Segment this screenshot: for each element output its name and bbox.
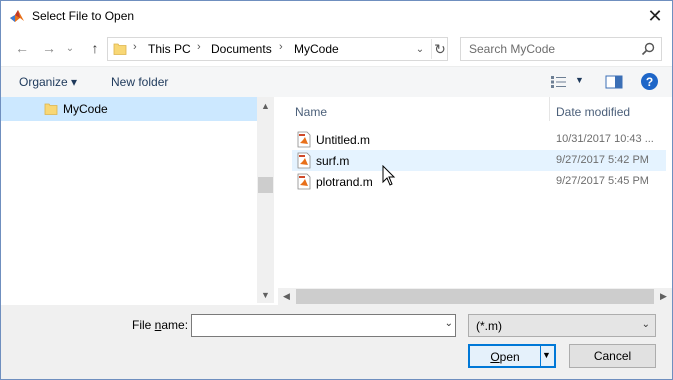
breadcrumb-separator: › xyxy=(197,41,201,53)
close-button[interactable]: ✕ xyxy=(638,1,672,31)
scrollbar-thumb[interactable] xyxy=(296,289,654,304)
up-button[interactable]: ↑ xyxy=(85,38,105,58)
split-divider xyxy=(540,346,541,366)
title-bar: Select File to Open ✕ xyxy=(1,1,672,32)
file-date: 9/27/2017 5:42 PM xyxy=(556,154,649,166)
open-button[interactable]: Open ▼ xyxy=(468,344,556,368)
search-placeholder: Search MyCode xyxy=(469,42,556,56)
breadcrumb-separator: › xyxy=(279,41,283,53)
file-date: 10/31/2017 10:43 ... xyxy=(556,133,654,145)
recent-locations-button[interactable]: ⌄ xyxy=(63,38,77,58)
file-row[interactable]: Untitled.m 10/31/2017 10:43 ... xyxy=(292,129,666,150)
file-name-label-part: File xyxy=(132,318,155,332)
column-divider[interactable] xyxy=(549,97,550,121)
folder-icon xyxy=(113,43,127,55)
file-type-filter-select[interactable]: (*.m) ⌄ xyxy=(468,314,656,337)
column-header-name[interactable]: Name xyxy=(295,105,327,119)
file-type-filter-value: (*.m) xyxy=(476,319,502,333)
arrow-left-icon: ← xyxy=(15,40,29,56)
chevron-down-icon[interactable]: ⌄ xyxy=(445,318,453,329)
view-options-icon[interactable] xyxy=(550,75,568,89)
close-icon: ✕ xyxy=(647,5,663,26)
open-accesskey: O xyxy=(490,350,500,364)
mouse-cursor-icon xyxy=(382,165,396,186)
command-toolbar: Organize ▾ New folder ▼ ? xyxy=(1,66,672,97)
chevron-down-icon: ⌄ xyxy=(415,43,425,55)
file-row[interactable]: surf.m 9/27/2017 5:42 PM xyxy=(292,150,666,171)
file-name: Untitled.m xyxy=(316,133,371,147)
file-name-input[interactable]: ⌄ xyxy=(191,314,456,337)
arrow-right-icon: → xyxy=(42,40,56,56)
scroll-left-icon[interactable]: ◀ xyxy=(278,288,295,305)
open-label-part: pen xyxy=(499,350,520,364)
breadcrumb-separator: › xyxy=(133,41,137,53)
open-dropdown-icon[interactable]: ▼ xyxy=(542,350,551,360)
refresh-button[interactable]: ↻ xyxy=(431,39,448,59)
help-glyph: ? xyxy=(645,74,654,89)
refresh-icon: ↻ xyxy=(434,40,446,57)
matlab-icon xyxy=(10,10,24,22)
scroll-up-icon[interactable]: ▲ xyxy=(257,97,274,114)
new-folder-button[interactable]: New folder xyxy=(111,75,168,89)
scrollbar-thumb[interactable] xyxy=(258,177,273,193)
tree-item-label: MyCode xyxy=(63,102,108,116)
search-input[interactable]: Search MyCode xyxy=(460,37,662,61)
search-icon[interactable] xyxy=(640,41,656,57)
tree-item-mycode[interactable]: MyCode xyxy=(1,97,257,121)
scroll-right-icon[interactable]: ▶ xyxy=(655,288,672,305)
help-icon[interactable]: ? xyxy=(641,73,658,90)
address-bar[interactable]: › This PC › Documents › MyCode ⌄ ↻ xyxy=(107,37,448,61)
column-header-date-modified[interactable]: Date modified xyxy=(556,105,630,119)
view-dropdown-icon[interactable]: ▼ xyxy=(575,75,584,85)
breadcrumb-documents[interactable]: Documents xyxy=(211,42,272,56)
matlab-file-icon xyxy=(297,173,311,190)
chevron-down-icon: ⌄ xyxy=(65,42,75,54)
matlab-file-icon xyxy=(297,152,311,169)
address-dropdown-button[interactable]: ⌄ xyxy=(412,40,428,58)
arrow-up-icon: ↑ xyxy=(91,40,99,56)
preview-pane-icon[interactable] xyxy=(605,75,623,89)
file-list-pane: Name Date modified Untitled.m 10/31/2017… xyxy=(282,97,672,288)
cancel-button[interactable]: Cancel xyxy=(569,344,656,368)
breadcrumb-this-pc[interactable]: This PC xyxy=(148,42,191,56)
file-name-label-part: ame: xyxy=(161,318,189,332)
file-row[interactable]: plotrand.m 9/27/2017 5:45 PM xyxy=(292,171,666,192)
organize-menu[interactable]: Organize ▾ xyxy=(19,75,77,89)
file-date: 9/27/2017 5:45 PM xyxy=(556,175,649,187)
navigation-pane: MyCode xyxy=(1,97,257,303)
file-name: plotrand.m xyxy=(316,175,373,189)
open-button-label: Open xyxy=(470,350,540,364)
file-open-dialog: Select File to Open ✕ ← → ⌄ ↑ › This PC … xyxy=(0,0,673,380)
forward-button[interactable]: → xyxy=(39,38,59,58)
breadcrumb-mycode[interactable]: MyCode xyxy=(294,42,339,56)
file-name: surf.m xyxy=(316,154,350,168)
folder-icon xyxy=(44,103,58,115)
chevron-down-icon: ⌄ xyxy=(641,319,650,330)
navigation-pane-scrollbar[interactable]: ▲ ▼ xyxy=(257,97,274,303)
matlab-file-icon xyxy=(297,131,311,148)
file-name-label: File name: xyxy=(132,318,188,332)
file-list-horizontal-scrollbar[interactable]: ◀ ▶ xyxy=(278,288,672,305)
dialog-footer: File name: ⌄ (*.m) ⌄ Open ▼ Cancel xyxy=(1,305,672,379)
back-button[interactable]: ← xyxy=(12,38,32,58)
window-title: Select File to Open xyxy=(32,9,135,23)
navigation-bar: ← → ⌄ ↑ › This PC › Documents › MyCode ⌄… xyxy=(1,32,672,66)
scroll-down-icon[interactable]: ▼ xyxy=(257,286,274,303)
